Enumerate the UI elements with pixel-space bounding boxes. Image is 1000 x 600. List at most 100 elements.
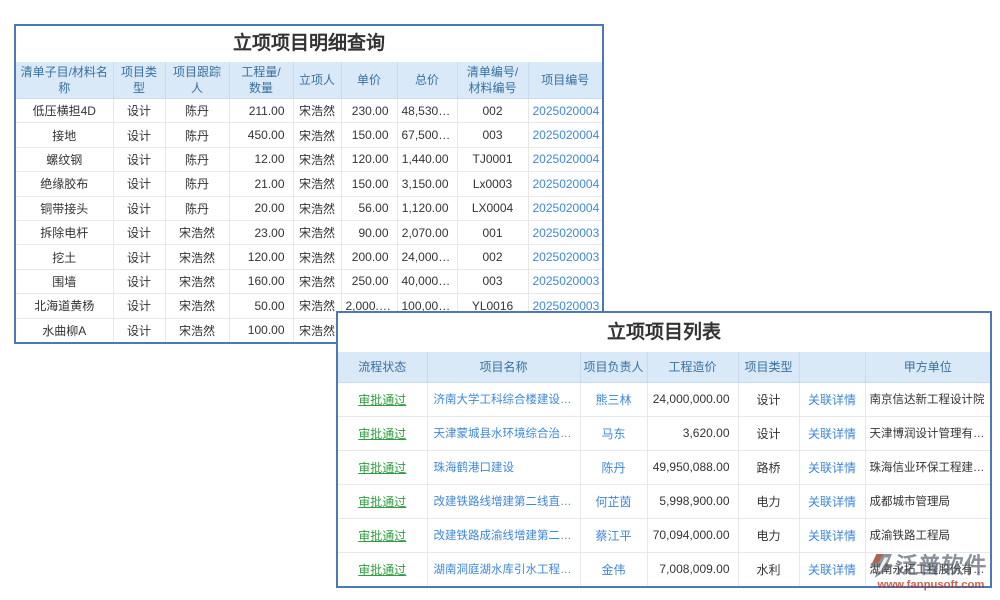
cell-project-type: 设计 xyxy=(113,147,165,171)
cell-quantity: 211.00 xyxy=(229,99,293,123)
cell-project-name[interactable]: 湖南洞庭湖水库引水工程… xyxy=(427,552,580,586)
cell-total-price: 48,530… xyxy=(397,99,457,123)
project-list-table-header: 流程状态项目名称项目负责人工程造价项目类型甲方单位 xyxy=(338,352,990,382)
table-row: 审批通过改建铁路线增建第二线直…何芷茵5,998,900.00电力关联详情成都城… xyxy=(338,484,990,518)
cell-initiator: 宋浩然 xyxy=(293,294,341,318)
cell-project-code[interactable]: 2025020004 xyxy=(528,99,602,123)
cell-tracker: 陈丹 xyxy=(165,147,229,171)
cell-status[interactable]: 审批通过 xyxy=(338,552,427,586)
cell-client-unit: 天津博润设计管理有… xyxy=(865,416,990,450)
cell-initiator: 宋浩然 xyxy=(293,318,341,342)
detail-query-table-header: 清单子目/材料名 称项目类 型项目跟踪 人工程量/ 数量立项人单价总价清单编号/… xyxy=(16,62,602,99)
cell-total-price: 40,000… xyxy=(397,269,457,293)
cell-item-name: 接地 xyxy=(16,123,113,147)
cell-project-code[interactable]: 2025020004 xyxy=(528,147,602,171)
cell-cost: 7,008,009.00 xyxy=(647,552,738,586)
column-header-client-unit: 甲方单位 xyxy=(865,352,990,382)
cell-project-code[interactable]: 2025020004 xyxy=(528,196,602,220)
cell-quantity: 50.00 xyxy=(229,294,293,318)
cell-item-name: 低压横担4D xyxy=(16,99,113,123)
cell-item-code: LX0004 xyxy=(457,196,528,220)
cell-project-code[interactable]: 2025020004 xyxy=(528,123,602,147)
cell-manager[interactable]: 马东 xyxy=(580,416,647,450)
cell-project-name[interactable]: 天津蒙城县水环境综合治… xyxy=(427,416,580,450)
cell-detail-link[interactable]: 关联详情 xyxy=(799,450,865,484)
project-list-window: 立项项目列表 流程状态项目名称项目负责人工程造价项目类型甲方单位 审批通过济南大… xyxy=(336,311,992,588)
cell-detail-link[interactable]: 关联详情 xyxy=(799,484,865,518)
cell-project-code[interactable]: 2025020003 xyxy=(528,220,602,244)
cell-item-name: 北海道黄杨 xyxy=(16,294,113,318)
cell-manager[interactable]: 何芷茵 xyxy=(580,484,647,518)
cell-tracker: 陈丹 xyxy=(165,99,229,123)
cell-type: 水利 xyxy=(738,552,799,586)
cell-item-code: TJ0001 xyxy=(457,147,528,171)
cell-initiator: 宋浩然 xyxy=(293,220,341,244)
column-header-unit-price: 单价 xyxy=(341,62,397,99)
cell-tracker: 陈丹 xyxy=(165,123,229,147)
cell-quantity: 120.00 xyxy=(229,245,293,269)
cell-project-code[interactable]: 2025020003 xyxy=(528,245,602,269)
cell-type: 设计 xyxy=(738,416,799,450)
table-row: 审批通过济南大学工科综合楼建设…熊三林24,000,000.00设计关联详情南京… xyxy=(338,382,990,416)
cell-project-code[interactable]: 2025020003 xyxy=(528,269,602,293)
cell-initiator: 宋浩然 xyxy=(293,245,341,269)
cell-project-name[interactable]: 珠海鹤港口建设 xyxy=(427,450,580,484)
cell-item-name: 铜带接头 xyxy=(16,196,113,220)
column-header-status: 流程状态 xyxy=(338,352,427,382)
project-list-table-body: 审批通过济南大学工科综合楼建设…熊三林24,000,000.00设计关联详情南京… xyxy=(338,382,990,586)
cell-cost: 3,620.00 xyxy=(647,416,738,450)
cell-type: 路桥 xyxy=(738,450,799,484)
column-header-type: 项目类型 xyxy=(738,352,799,382)
cell-initiator: 宋浩然 xyxy=(293,196,341,220)
cell-tracker: 陈丹 xyxy=(165,172,229,196)
column-header-detail-link xyxy=(799,352,865,382)
cell-project-type: 设计 xyxy=(113,196,165,220)
cell-status[interactable]: 审批通过 xyxy=(338,450,427,484)
cell-unit-price: 150.00 xyxy=(341,172,397,196)
detail-query-table-body: 低压横担4D设计陈丹211.00宋浩然230.0048,530…00220250… xyxy=(16,99,602,343)
cell-project-name[interactable]: 济南大学工科综合楼建设… xyxy=(427,382,580,416)
cell-initiator: 宋浩然 xyxy=(293,99,341,123)
column-header-item-code: 清单编号/ 材料编号 xyxy=(457,62,528,99)
cell-quantity: 450.00 xyxy=(229,123,293,147)
cell-status[interactable]: 审批通过 xyxy=(338,484,427,518)
cell-item-code: 003 xyxy=(457,123,528,147)
cell-project-code[interactable]: 2025020004 xyxy=(528,172,602,196)
cell-manager[interactable]: 蔡江平 xyxy=(580,518,647,552)
cell-detail-link[interactable]: 关联详情 xyxy=(799,382,865,416)
cell-item-name: 水曲柳A xyxy=(16,318,113,342)
cell-total-price: 67,500… xyxy=(397,123,457,147)
cell-cost: 24,000,000.00 xyxy=(647,382,738,416)
cell-project-name[interactable]: 改建铁路成渝线增建第二… xyxy=(427,518,580,552)
cell-manager[interactable]: 陈丹 xyxy=(580,450,647,484)
cell-tracker: 宋浩然 xyxy=(165,220,229,244)
cell-tracker: 宋浩然 xyxy=(165,269,229,293)
cell-total-price: 3,150.00 xyxy=(397,172,457,196)
cell-initiator: 宋浩然 xyxy=(293,172,341,196)
cell-unit-price: 230.00 xyxy=(341,99,397,123)
table-row: 接地设计陈丹450.00宋浩然150.0067,500…003202502000… xyxy=(16,123,602,147)
cell-client-unit: 成都城市管理局 xyxy=(865,484,990,518)
cell-project-type: 设计 xyxy=(113,220,165,244)
cell-quantity: 12.00 xyxy=(229,147,293,171)
detail-query-title: 立项项目明细查询 xyxy=(16,26,602,62)
cell-manager[interactable]: 金伟 xyxy=(580,552,647,586)
column-header-total-price: 总价 xyxy=(397,62,457,99)
column-header-project-code: 项目编号 xyxy=(528,62,602,99)
cell-status[interactable]: 审批通过 xyxy=(338,382,427,416)
cell-item-name: 拆除电杆 xyxy=(16,220,113,244)
cell-status[interactable]: 审批通过 xyxy=(338,518,427,552)
cell-detail-link[interactable]: 关联详情 xyxy=(799,518,865,552)
cell-project-name[interactable]: 改建铁路线增建第二线直… xyxy=(427,484,580,518)
cell-detail-link[interactable]: 关联详情 xyxy=(799,416,865,450)
cell-project-type: 设计 xyxy=(113,245,165,269)
cell-item-code: 002 xyxy=(457,245,528,269)
cell-type: 设计 xyxy=(738,382,799,416)
table-row: 审批通过湖南洞庭湖水库引水工程…金伟7,008,009.00水利关联详情湖南永拓… xyxy=(338,552,990,586)
cell-unit-price: 56.00 xyxy=(341,196,397,220)
cell-initiator: 宋浩然 xyxy=(293,269,341,293)
cell-manager[interactable]: 熊三林 xyxy=(580,382,647,416)
cell-project-type: 设计 xyxy=(113,318,165,342)
cell-detail-link[interactable]: 关联详情 xyxy=(799,552,865,586)
cell-status[interactable]: 审批通过 xyxy=(338,416,427,450)
